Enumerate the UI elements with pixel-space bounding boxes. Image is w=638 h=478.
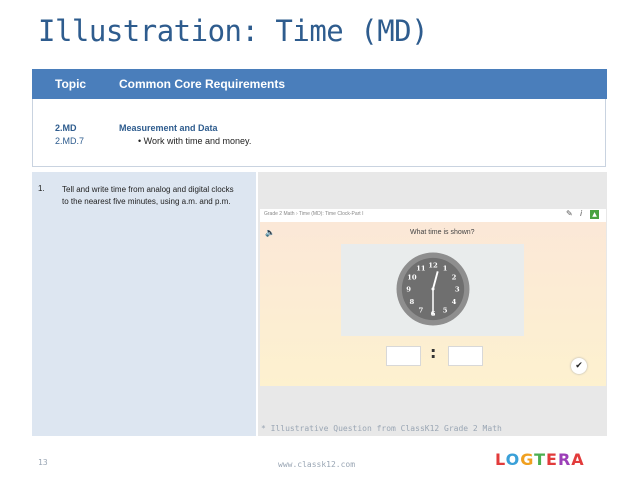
table-row — [32, 99, 606, 167]
topic-code: 2.MD — [55, 123, 77, 133]
analog-clock: 121234567891011 — [396, 252, 470, 326]
clock-number: 4 — [452, 298, 457, 306]
clock-number: 2 — [452, 274, 457, 282]
expand-icon[interactable]: ▲ — [590, 210, 599, 219]
minutes-input[interactable] — [448, 346, 483, 366]
standard-number: 1. — [38, 184, 45, 193]
breadcrumb: Grade 2 Math › Time (MD): Time Clock-Par… — [264, 211, 364, 217]
pencil-icon[interactable]: ✎ — [566, 209, 573, 218]
clock-number: 11 — [416, 265, 426, 273]
clock-number: 8 — [410, 298, 415, 306]
question-text: What time is shown? — [410, 229, 475, 236]
header-topic: Topic — [55, 77, 87, 91]
standard-cell — [32, 172, 256, 436]
clock-center — [431, 287, 435, 291]
slide-title: Illustration: Time (MD) — [38, 14, 429, 48]
speaker-icon[interactable]: 🔈 — [265, 228, 275, 237]
illustration-caption: * Illustrative Question from ClassK12 Gr… — [261, 424, 502, 433]
header-requirements: Common Core Requirements — [119, 77, 286, 91]
page-number: 13 — [38, 458, 48, 467]
requirement-domain: Measurement and Data — [119, 123, 218, 133]
topic-subcode: 2.MD.7 — [55, 136, 85, 146]
time-colon: : — [430, 343, 437, 362]
info-icon[interactable]: i — [580, 209, 582, 218]
clock-number: 10 — [407, 274, 417, 282]
clock-number: 1 — [443, 265, 448, 273]
clock-number: 3 — [455, 286, 460, 294]
clock-number: 9 — [406, 286, 411, 294]
hours-input[interactable] — [386, 346, 421, 366]
clock-number: 12 — [428, 261, 438, 269]
footer-url: www.classk12.com — [278, 460, 356, 469]
clock-number: 7 — [418, 307, 423, 315]
requirement-bullet: • Work with time and money. — [138, 136, 252, 146]
logtera-logo: LOGTERA — [495, 450, 585, 469]
check-button[interactable]: ✔ — [571, 358, 587, 374]
standard-text: Tell and write time from analog and digi… — [62, 185, 234, 206]
clock-number: 5 — [443, 307, 448, 315]
